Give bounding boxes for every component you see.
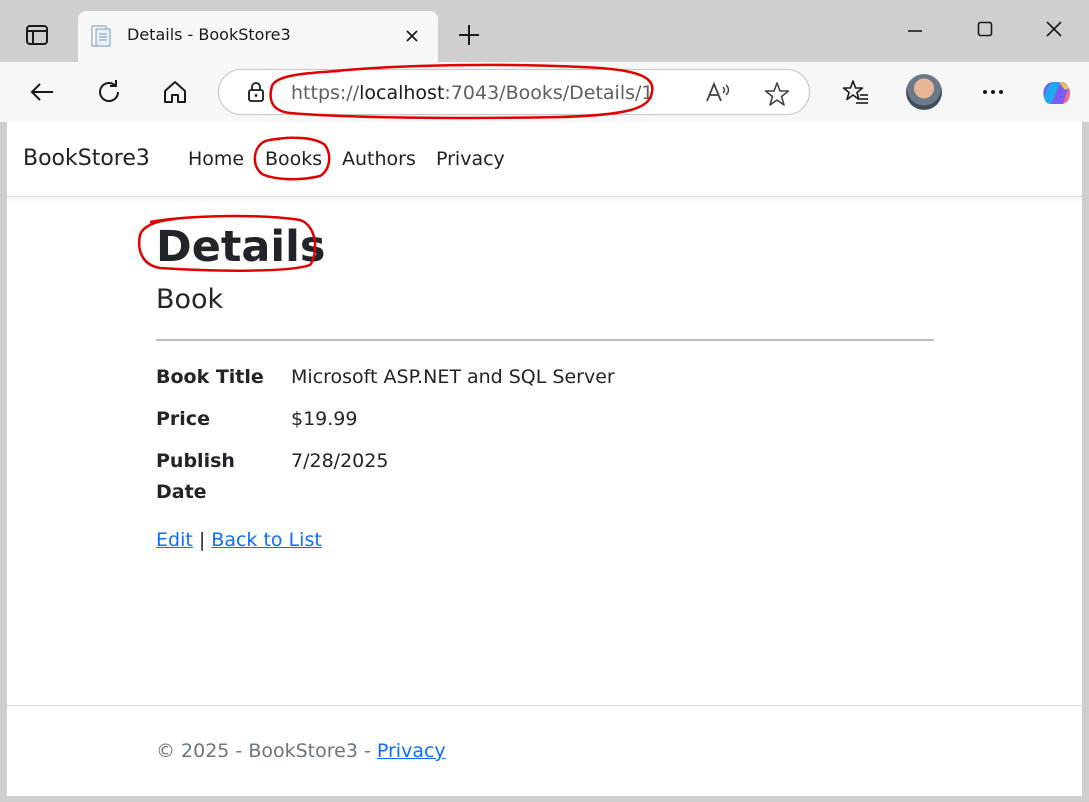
action-links: Edit | Back to List bbox=[156, 529, 322, 551]
page-viewport: BookStore3 Home Books Authors Privacy De… bbox=[7, 122, 1082, 796]
close-tab-icon[interactable] bbox=[404, 28, 420, 48]
site-brand[interactable]: BookStore3 bbox=[23, 146, 150, 171]
favorites-icon[interactable] bbox=[842, 78, 870, 110]
field-value-price: $19.99 bbox=[291, 408, 358, 430]
browser-tab[interactable]: Details - BookStore3 bbox=[78, 11, 438, 62]
field-label-book-title: Book Title bbox=[156, 366, 264, 388]
minimize-icon[interactable] bbox=[906, 20, 924, 42]
back-icon[interactable] bbox=[28, 78, 56, 110]
more-options-icon[interactable] bbox=[980, 78, 1006, 110]
footer-privacy-link[interactable]: Privacy bbox=[377, 740, 446, 762]
copilot-icon[interactable] bbox=[1039, 78, 1073, 112]
entity-subtitle: Book bbox=[156, 284, 224, 315]
lock-icon[interactable] bbox=[246, 81, 266, 107]
close-window-icon[interactable] bbox=[1045, 20, 1063, 42]
read-aloud-icon[interactable] bbox=[705, 81, 731, 109]
nav-link-home[interactable]: Home bbox=[188, 148, 244, 170]
address-bar[interactable]: https://localhost:7043/Books/Details/1 bbox=[218, 69, 810, 115]
page-title: Details bbox=[156, 222, 326, 272]
link-separator: | bbox=[198, 529, 206, 551]
page-favicon-icon bbox=[90, 25, 112, 51]
site-navbar: BookStore3 Home Books Authors Privacy bbox=[7, 122, 1082, 197]
new-tab-icon[interactable] bbox=[456, 22, 482, 52]
nav-link-privacy[interactable]: Privacy bbox=[436, 148, 505, 170]
footer-copyright: © 2025 - BookStore3 - bbox=[156, 740, 377, 762]
home-icon[interactable] bbox=[161, 78, 189, 110]
footer-text: © 2025 - BookStore3 - Privacy bbox=[156, 740, 446, 762]
nav-link-books[interactable]: Books bbox=[265, 148, 322, 170]
tab-actions-icon[interactable] bbox=[18, 18, 56, 52]
field-label-price: Price bbox=[156, 408, 210, 430]
favorite-star-icon[interactable] bbox=[764, 81, 790, 111]
field-label-publish-date: Publish Date bbox=[156, 450, 235, 503]
nav-link-authors[interactable]: Authors bbox=[342, 148, 416, 170]
divider bbox=[156, 339, 934, 341]
field-value-book-title: Microsoft ASP.NET and SQL Server bbox=[291, 366, 615, 388]
tab-title: Details - BookStore3 bbox=[127, 25, 291, 44]
back-to-list-link[interactable]: Back to List bbox=[211, 529, 322, 551]
field-value-publish-date: 7/28/2025 bbox=[291, 450, 389, 472]
profile-avatar[interactable] bbox=[906, 74, 942, 110]
maximize-icon[interactable] bbox=[976, 20, 994, 42]
browser-toolbar: https://localhost:7043/Books/Details/1 bbox=[0, 62, 1089, 122]
url-text[interactable]: https://localhost:7043/Books/Details/1 bbox=[291, 82, 654, 104]
browser-title-bar: Details - BookStore3 bbox=[0, 0, 1089, 62]
refresh-icon[interactable] bbox=[95, 78, 123, 110]
site-footer: © 2025 - BookStore3 - Privacy bbox=[7, 705, 1082, 796]
edit-link[interactable]: Edit bbox=[156, 529, 193, 551]
